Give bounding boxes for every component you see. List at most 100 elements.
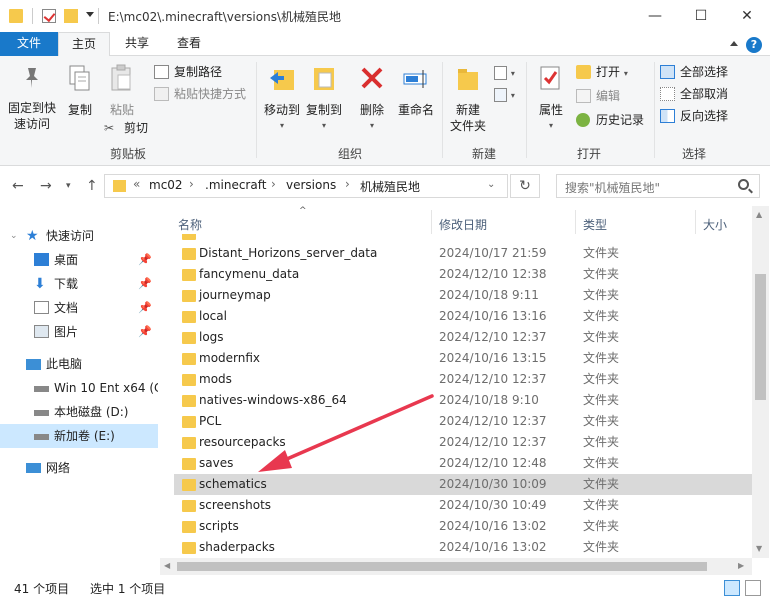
table-row[interactable]: modernfix 2024/10/16 13:15 文件夹 [174, 348, 752, 369]
table-row[interactable]: scripts 2024/10/16 13:02 文件夹 [174, 516, 752, 537]
breadcrumb-separator-icon[interactable]: › [189, 177, 194, 191]
select-none-button[interactable]: 全部取消 [660, 84, 728, 104]
column-header-type[interactable]: 类型 [583, 216, 607, 233]
large-icons-view-icon[interactable] [745, 580, 761, 596]
pin-icon[interactable]: 📌 [138, 248, 152, 272]
address-bar[interactable]: « mc02 › .minecraft › versions › 机械殖民地 ⌄ [104, 174, 508, 198]
column-header-date[interactable]: 修改日期 [439, 216, 487, 233]
table-row[interactable]: resourcepacks 2024/12/10 12:37 文件夹 [174, 432, 752, 453]
nav-drive-c[interactable]: Win 10 Ent x64 (C [0, 376, 158, 400]
scroll-left-icon[interactable]: ◀ [164, 561, 170, 570]
copy-button[interactable]: 复制 [62, 64, 98, 118]
vertical-scrollbar[interactable]: ▲ ▼ [752, 206, 769, 558]
breadcrumb-item[interactable]: versions [286, 178, 336, 192]
scrollbar-thumb[interactable] [177, 562, 707, 571]
paste-shortcut-button[interactable]: 粘贴快捷方式 [154, 84, 246, 104]
scroll-down-icon[interactable]: ▼ [756, 544, 762, 553]
copy-path-button[interactable]: 复制路径 [154, 62, 222, 82]
new-folder-quick-icon[interactable] [64, 9, 78, 23]
horizontal-scrollbar[interactable]: ◀ ▶ [160, 558, 752, 575]
edit-button[interactable]: 编辑 [576, 86, 620, 106]
table-row[interactable]: saves 2024/12/10 12:48 文件夹 [174, 453, 752, 474]
scrollbar-thumb[interactable] [755, 274, 766, 400]
breadcrumb-overflow[interactable]: « [133, 177, 140, 191]
table-row[interactable]: screenshots 2024/10/30 10:49 文件夹 [174, 495, 752, 516]
nav-downloads[interactable]: ⬇ 下载 📌 [0, 272, 158, 296]
paste-button[interactable]: 粘贴 [102, 64, 142, 118]
table-row[interactable]: shaderpacks 2024/10/16 13:02 文件夹 [174, 537, 752, 558]
properties-quick-icon[interactable] [42, 9, 56, 23]
table-row[interactable]: Distant_Horizons_server_data 2024/10/17 2… [174, 243, 752, 264]
table-row[interactable]: mods 2024/12/10 12:37 文件夹 [174, 369, 752, 390]
scroll-up-icon[interactable]: ▲ [756, 210, 762, 219]
column-header-size[interactable]: 大小 [703, 216, 727, 233]
tab-file[interactable]: 文件 [0, 32, 58, 56]
open-button[interactable]: 打开 ▾ [576, 62, 628, 82]
minimize-button[interactable]: — [632, 0, 678, 32]
tab-home[interactable]: 主页 [58, 32, 110, 57]
table-row[interactable]: local 2024/10/16 13:16 文件夹 [174, 306, 752, 327]
column-divider[interactable] [431, 210, 432, 234]
back-icon[interactable]: ← [12, 178, 24, 194]
move-to-button[interactable]: 移动到 ▾ [260, 64, 304, 134]
table-row[interactable] [174, 234, 752, 242]
nav-desktop[interactable]: 桌面 📌 [0, 248, 158, 272]
nav-drive-d[interactable]: 本地磁盘 (D:) [0, 400, 158, 424]
file-name: PCL [199, 414, 222, 428]
close-button[interactable]: ✕ [724, 0, 770, 32]
pin-icon[interactable]: 📌 [138, 296, 152, 320]
new-item-button[interactable]: ▾ [494, 62, 515, 82]
tab-share[interactable]: 共享 [113, 32, 161, 56]
customize-quick-access-chevron-icon[interactable] [86, 12, 94, 17]
chevron-down-icon[interactable]: ⌄ [10, 224, 18, 248]
nav-network[interactable]: 网络 [0, 456, 158, 480]
nav-documents[interactable]: 文档 📌 [0, 296, 158, 320]
nav-pictures[interactable]: 图片 📌 [0, 320, 158, 344]
breadcrumb-separator-icon[interactable]: › [345, 177, 350, 191]
cut-button[interactable]: ✂ 剪切 [104, 118, 148, 138]
address-dropdown-chevron-icon[interactable]: ⌄ [487, 179, 495, 190]
table-row[interactable]: PCL 2024/12/10 12:37 文件夹 [174, 411, 752, 432]
table-row[interactable]: journeymap 2024/10/18 9:11 文件夹 [174, 285, 752, 306]
pin-icon[interactable]: 📌 [138, 272, 152, 296]
details-view-icon[interactable] [724, 580, 740, 596]
search-icon[interactable] [738, 179, 749, 190]
recent-locations-chevron-icon[interactable]: ▾ [66, 181, 71, 191]
column-divider[interactable] [695, 210, 696, 234]
breadcrumb-item[interactable]: .minecraft [205, 178, 266, 192]
column-divider[interactable] [575, 210, 576, 234]
table-row[interactable]: natives-windows-x86_64 2024/10/18 9:10 文件夹 [174, 390, 752, 411]
invert-selection-button[interactable]: 反向选择 [660, 106, 728, 126]
breadcrumb-separator-icon[interactable]: › [271, 177, 276, 191]
pin-icon[interactable]: 📌 [138, 320, 152, 344]
move-to-icon [270, 70, 294, 90]
table-row[interactable]: schematics 2024/10/30 10:09 文件夹 [174, 474, 752, 495]
properties-button[interactable]: 属性 ▾ [532, 64, 570, 134]
nav-this-pc[interactable]: 此电脑 [0, 352, 158, 376]
tab-view[interactable]: 查看 [165, 32, 213, 56]
breadcrumb-item[interactable]: mc02 [149, 178, 183, 192]
collapse-ribbon-icon[interactable] [730, 41, 738, 46]
table-row[interactable]: logs 2024/12/10 12:37 文件夹 [174, 327, 752, 348]
refresh-button[interactable]: ↻ [510, 174, 540, 198]
nav-drive-e[interactable]: 新加卷 (E:) [0, 424, 158, 448]
scroll-right-icon[interactable]: ▶ [738, 561, 744, 570]
folder-icon [113, 180, 126, 192]
rename-button[interactable]: 重命名 [394, 64, 438, 118]
breadcrumb-item[interactable]: 机械殖民地 [360, 178, 420, 195]
search-input[interactable]: 搜索"机械殖民地" [556, 174, 760, 198]
table-row[interactable]: fancymenu_data 2024/12/10 12:38 文件夹 [174, 264, 752, 285]
forward-icon[interactable]: → [40, 178, 52, 194]
history-button[interactable]: 历史记录 [576, 110, 644, 130]
easy-access-button[interactable]: ▾ [494, 84, 515, 104]
delete-button[interactable]: 删除 ▾ [354, 64, 390, 134]
column-header-name[interactable]: 名称 [178, 216, 202, 233]
copy-to-button[interactable]: 复制到 ▾ [304, 64, 344, 134]
help-icon[interactable]: ? [746, 37, 762, 53]
pin-to-quick-access-button[interactable]: 固定到快 速访问 [6, 64, 58, 132]
new-folder-button[interactable]: 新建 文件夹 [446, 64, 490, 134]
up-icon[interactable]: ↑ [86, 178, 98, 194]
maximize-button[interactable]: ☐ [678, 0, 724, 32]
nav-quick-access[interactable]: ⌄ ★ 快速访问 [0, 224, 158, 248]
select-all-button[interactable]: 全部选择 [660, 62, 728, 82]
